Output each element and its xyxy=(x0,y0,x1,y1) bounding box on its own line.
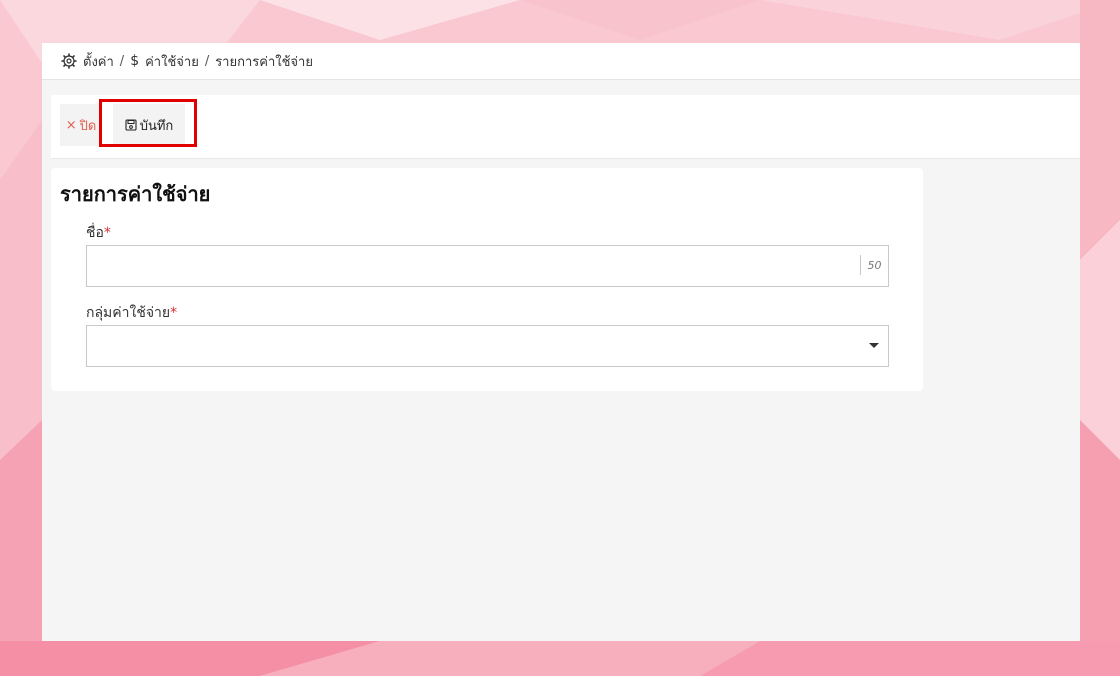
chevron-down-icon xyxy=(869,343,879,348)
name-label-text: ชื่อ xyxy=(86,225,104,241)
expense-group-select[interactable] xyxy=(86,325,889,367)
required-marker: * xyxy=(170,305,178,321)
breadcrumb-expenses[interactable]: ค่าใช้จ่าย xyxy=(145,51,199,72)
expense-item-form: รายการค่าใช้จ่าย ชื่อ* 50 กลุ่มค่าใช้จ่า… xyxy=(51,168,923,391)
app-window: ตั้งค่า / $ ค่าใช้จ่าย / รายการค่าใช้จ่า… xyxy=(42,43,1080,641)
name-field: 50 xyxy=(86,245,889,287)
name-input[interactable] xyxy=(87,246,847,284)
floppy-disk-icon xyxy=(125,119,137,131)
gear-icon xyxy=(61,53,77,69)
save-button-label: บันทึก xyxy=(139,118,174,134)
breadcrumb-separator: / xyxy=(204,53,210,69)
toolbar: × ปิด บันทึก xyxy=(51,95,1080,159)
breadcrumb-settings[interactable]: ตั้งค่า xyxy=(83,51,114,72)
breadcrumb-current: รายการค่าใช้จ่าย xyxy=(215,54,313,70)
dollar-icon: $ xyxy=(130,53,140,69)
save-button[interactable]: บันทึก xyxy=(113,104,185,146)
breadcrumb: ตั้งค่า / $ ค่าใช้จ่าย / รายการค่าใช้จ่า… xyxy=(42,43,1080,80)
close-button-label: ปิด xyxy=(79,118,97,134)
form-title: รายการค่าใช้จ่าย xyxy=(60,182,211,206)
char-limit-counter: 50 xyxy=(860,255,888,275)
name-field-label: ชื่อ* xyxy=(86,222,111,244)
expense-group-label-text: กลุ่มค่าใช้จ่าย xyxy=(86,305,171,321)
expense-group-field-label: กลุ่มค่าใช้จ่าย* xyxy=(86,302,177,324)
required-marker: * xyxy=(103,225,111,241)
close-button[interactable]: × ปิด xyxy=(60,104,102,146)
breadcrumb-separator: / xyxy=(119,53,125,69)
close-icon: × xyxy=(65,117,77,133)
